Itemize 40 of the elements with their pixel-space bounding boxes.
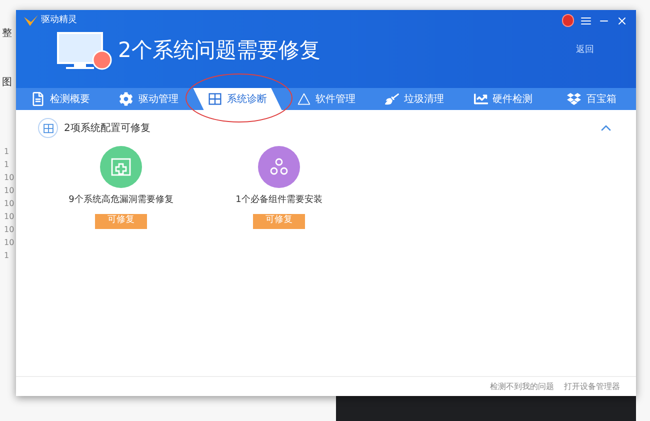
issue-description: 1个必备组件需要安装 [236,194,322,207]
row-number: 10 [4,198,14,210]
app-name: 驱动精灵 [41,14,77,27]
chart-icon [474,92,488,106]
tab[interactable]: 垃圾清理 [370,88,459,110]
spreadsheet-cell-text: 图 [2,76,12,90]
spreadsheet-cell-text: 整 [2,27,12,41]
tab[interactable]: 驱动管理 [104,88,194,110]
broom-icon [385,92,400,106]
footer-link[interactable]: 检测不到我的问题 [490,380,554,392]
settings-icon [119,92,134,106]
box-icon [567,92,582,106]
issue-description: 9个系统高危漏洞需要修复 [68,194,174,207]
computer-settings-icon [56,32,112,70]
tab[interactable]: 检测概要 [16,88,105,110]
headline: 2个系统问题需要修复 [118,36,320,64]
row-number: 1 [4,250,10,262]
fixable-button[interactable]: 可修复 [253,214,305,228]
logo-icon [24,14,38,27]
fixable-button[interactable]: 可修复 [95,214,147,228]
document-icon [30,92,45,106]
row-number: 10 [4,224,14,236]
close-icon[interactable] [616,14,628,27]
window-icon [208,92,222,106]
window-icon [42,122,54,134]
back-link[interactable]: 返回 [576,44,594,58]
tab[interactable]: 系统诊断 [193,88,282,110]
menu-icon[interactable] [580,14,592,27]
row-number: 1 [4,159,10,171]
triangle-icon [296,92,311,106]
row-number: 10 [4,237,14,249]
row-number: 10 [4,211,14,223]
row-number: 10 [4,185,14,197]
tab[interactable]: 硬件检测 [458,88,548,110]
row-number: 1 [4,146,10,158]
tab[interactable]: 百宝箱 [547,88,636,110]
row-number: 10 [4,172,14,184]
section-title: 2项系统配置可修复 [64,122,150,136]
footer-link[interactable]: 打开设备管理器 [564,380,620,392]
tab[interactable]: 软件管理 [282,88,370,110]
